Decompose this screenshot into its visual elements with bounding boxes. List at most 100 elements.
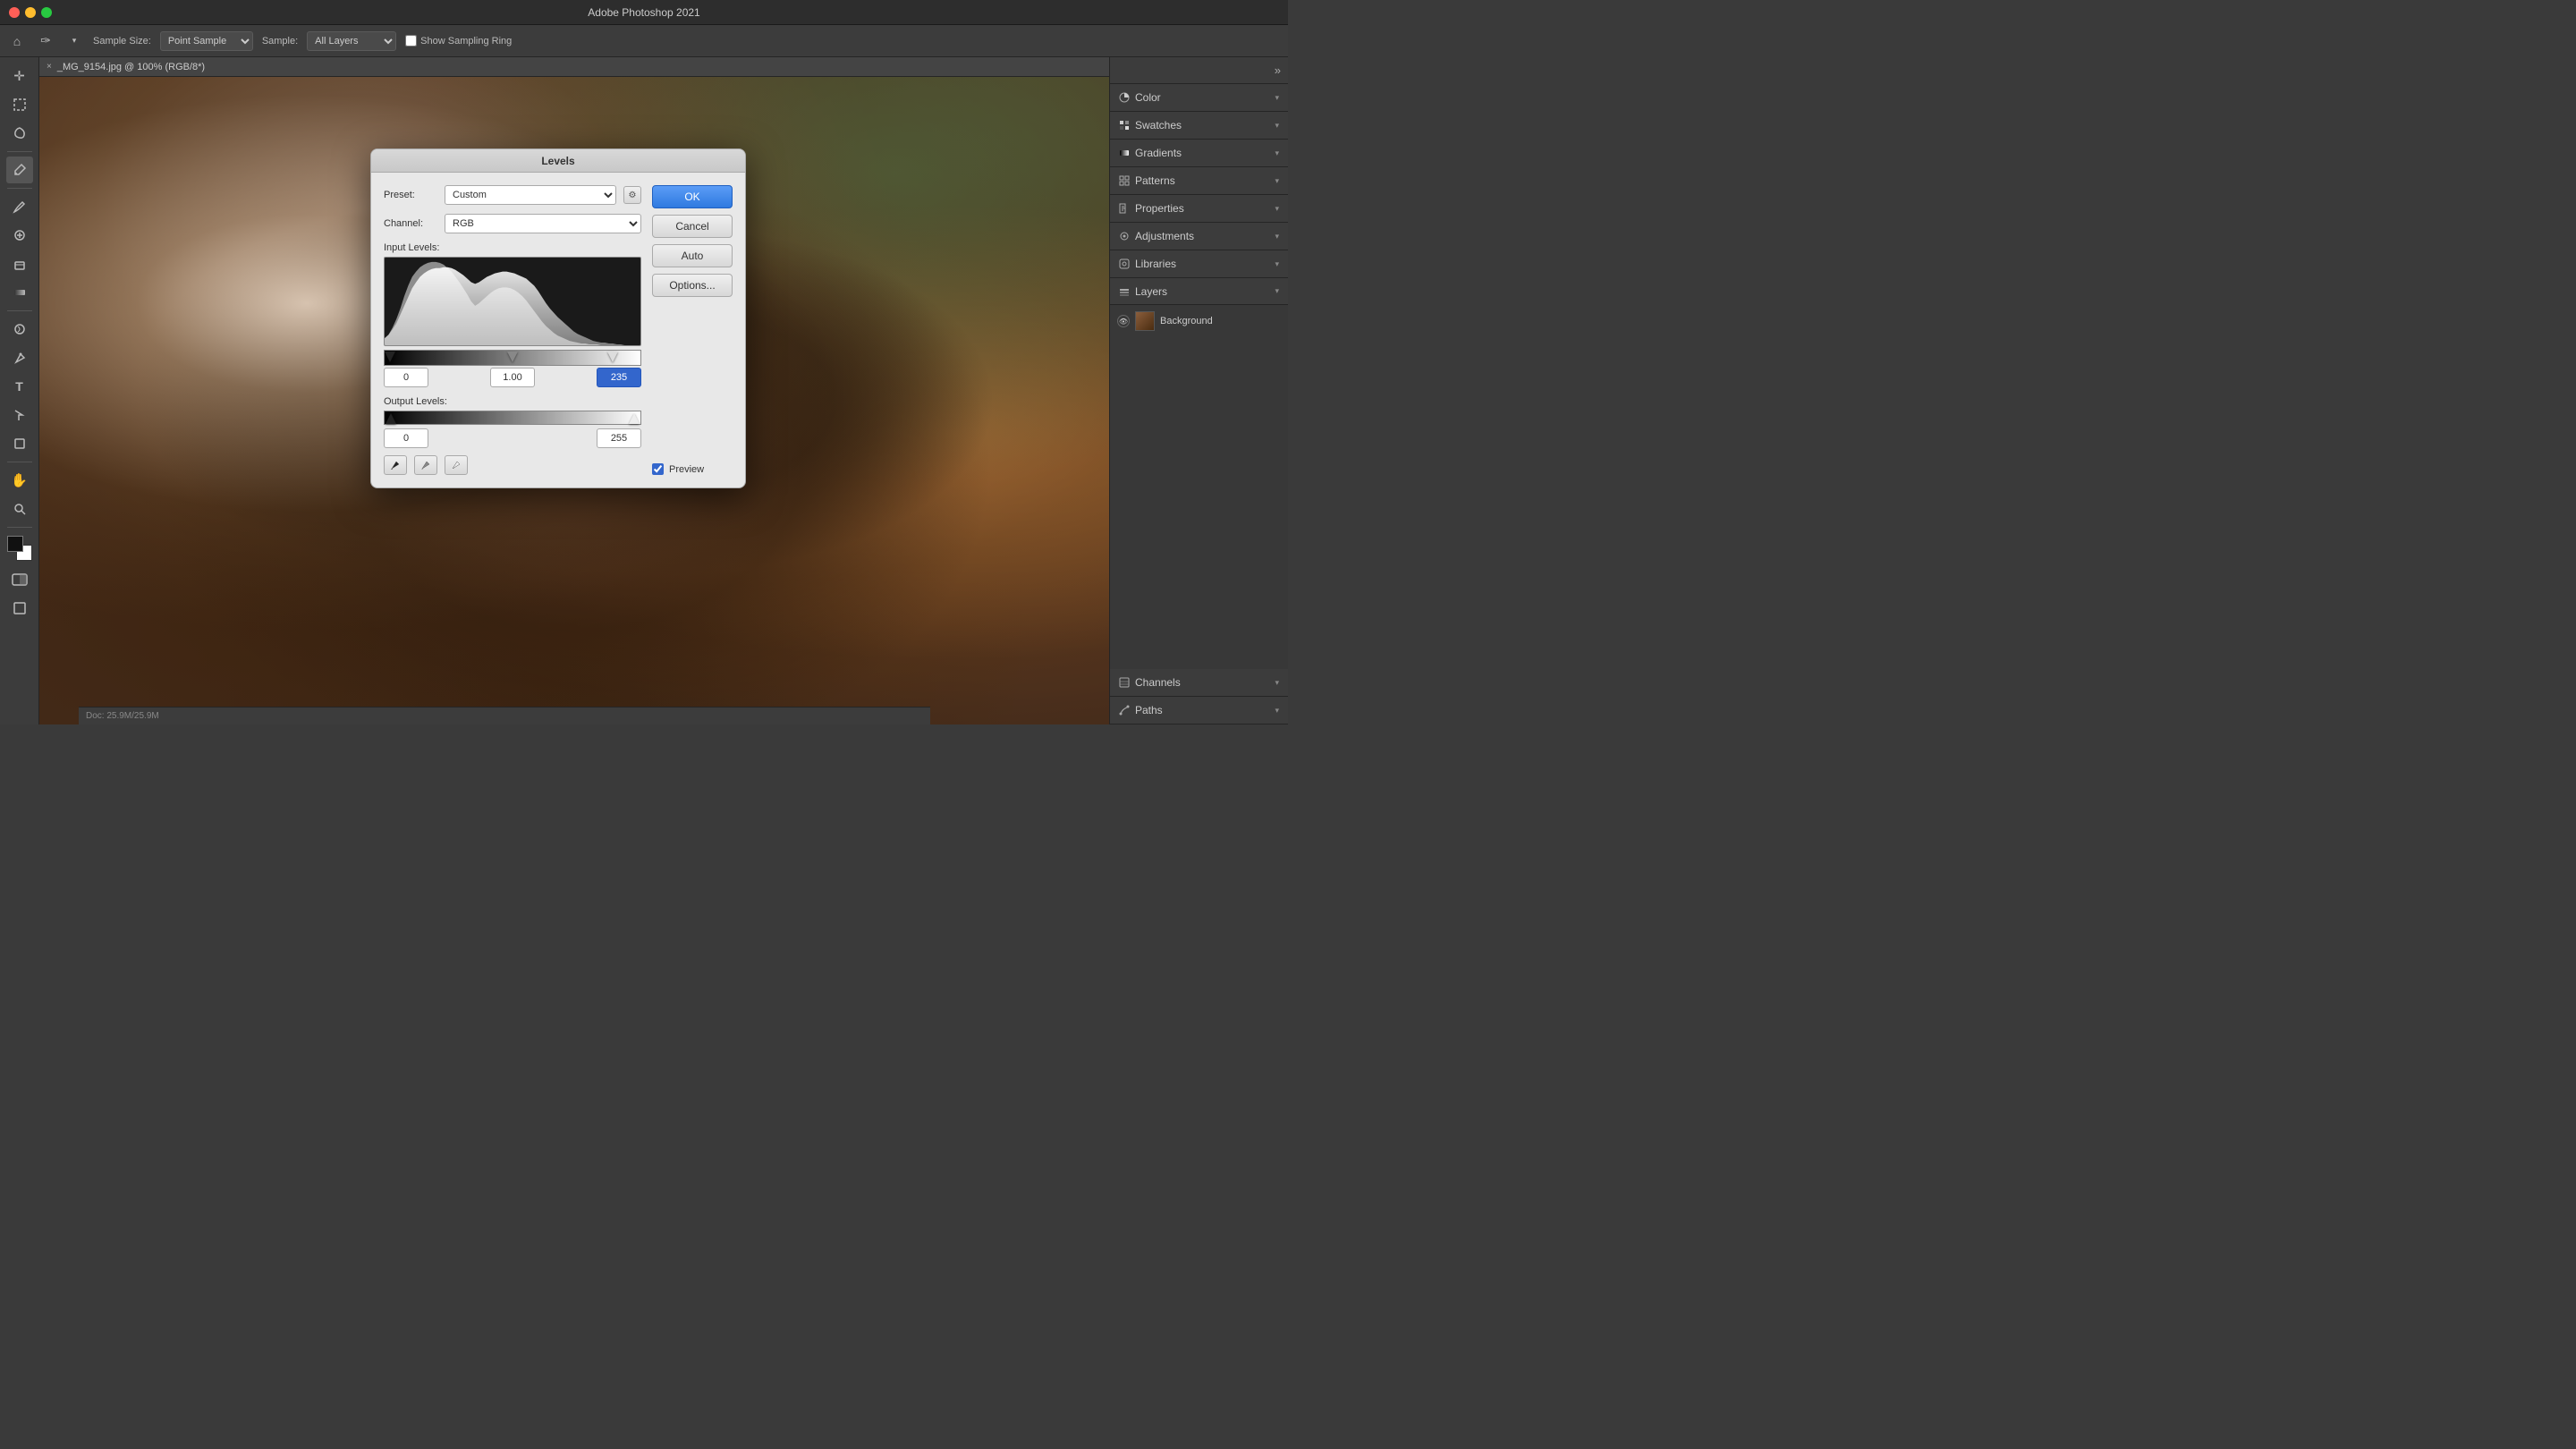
color-panel-icon — [1119, 92, 1130, 103]
preview-row: Preview — [652, 463, 733, 475]
input-slider[interactable] — [384, 350, 641, 366]
status-bar: Doc: 25.9M/25.9M — [79, 707, 930, 724]
title-bar: Adobe Photoshop 2021 — [0, 0, 1288, 25]
tool-dropdown-icon[interactable]: ▾ — [64, 31, 84, 51]
options-button[interactable]: Options... — [652, 274, 733, 297]
output-slider[interactable] — [384, 411, 641, 425]
hand-tool[interactable]: ✋ — [6, 467, 33, 494]
toolbar: ⌂ ✑ ▾ Sample Size: Point Sample 3 by 3 A… — [0, 25, 1288, 57]
home-icon[interactable]: ⌂ — [7, 31, 27, 51]
text-tool[interactable]: T — [6, 373, 33, 400]
input-black-handle[interactable] — [385, 352, 395, 364]
auto-button[interactable]: Auto — [652, 244, 733, 267]
select-rect-tool[interactable] — [6, 91, 33, 118]
gradients-panel-icon — [1119, 148, 1130, 158]
eyedropper-gray-button[interactable] — [414, 455, 437, 475]
levels-buttons: OK Cancel Auto Options... Preview — [652, 185, 733, 475]
adjustments-panel-chevron: ▾ — [1275, 232, 1279, 242]
quick-mask-toggle[interactable] — [6, 566, 33, 593]
foreground-color-swatch[interactable] — [7, 536, 23, 552]
eraser-tool[interactable] — [6, 250, 33, 277]
libraries-panel-header[interactable]: Libraries ▾ — [1110, 250, 1288, 277]
document-tab: × _MG_9154.jpg @ 100% (RGB/8*) — [39, 57, 1109, 77]
color-panel-section: Color ▾ — [1110, 84, 1288, 112]
channels-panel-header[interactable]: Channels ▾ — [1110, 669, 1288, 696]
zoom-tool[interactable] — [6, 496, 33, 522]
preset-gear-button[interactable]: ⚙ — [623, 186, 641, 204]
output-black-value[interactable] — [384, 428, 428, 448]
cancel-button[interactable]: Cancel — [652, 215, 733, 238]
maximize-button[interactable] — [41, 7, 52, 18]
adjustments-panel-icon — [1119, 231, 1130, 242]
sample-select[interactable]: All Layers Current Layer — [307, 31, 396, 51]
patterns-panel-header[interactable]: Patterns ▾ — [1110, 167, 1288, 194]
swatches-panel-header[interactable]: Swatches ▾ — [1110, 112, 1288, 139]
move-tool[interactable]: ✛ — [6, 63, 33, 89]
channels-panel-label: Channels — [1135, 676, 1181, 689]
minimize-button[interactable] — [25, 7, 36, 18]
panel-collapse-icon[interactable]: » — [1275, 64, 1281, 77]
eyedropper-white-button[interactable] — [445, 455, 468, 475]
lasso-tool[interactable] — [6, 120, 33, 147]
preview-label[interactable]: Preview — [669, 464, 704, 475]
eyedropper-tool[interactable] — [6, 157, 33, 183]
paths-panel-chevron: ▾ — [1275, 706, 1279, 716]
show-sampling-ring-checkbox[interactable] — [405, 35, 417, 47]
output-white-handle[interactable] — [629, 413, 640, 426]
properties-panel-icon — [1119, 203, 1130, 214]
screen-mode-toggle[interactable] — [6, 595, 33, 622]
paths-panel-icon — [1119, 705, 1130, 716]
layers-content: 👁 Background — [1110, 305, 1288, 669]
properties-panel-label: Properties — [1135, 202, 1184, 215]
left-panel: ✛ T — [0, 57, 39, 724]
dodge-tool[interactable] — [6, 316, 33, 343]
list-item[interactable]: 👁 Background — [1110, 309, 1288, 334]
clone-tool[interactable] — [6, 222, 33, 249]
tool-separator-1 — [7, 151, 32, 152]
input-white-value[interactable] — [597, 368, 641, 387]
ok-button[interactable]: OK — [652, 185, 733, 208]
eyedropper-tool-icon[interactable]: ✑ — [36, 31, 55, 51]
gradients-panel-chevron: ▾ — [1275, 148, 1279, 158]
swatches-panel-label: Swatches — [1135, 119, 1182, 131]
canvas-bg[interactable]: Levels Preset: Custom Default Darker Inc… — [39, 77, 1109, 724]
levels-dialog: Levels Preset: Custom Default Darker Inc… — [370, 148, 746, 488]
layers-panel-header[interactable]: Layers ▾ — [1110, 278, 1288, 305]
input-white-handle[interactable] — [607, 352, 618, 364]
pen-tool[interactable] — [6, 344, 33, 371]
close-button[interactable] — [9, 7, 20, 18]
patterns-panel-icon — [1119, 175, 1130, 186]
input-mid-handle[interactable] — [507, 352, 518, 364]
input-mid-value[interactable] — [490, 368, 535, 387]
layer-visibility-toggle[interactable]: 👁 — [1117, 315, 1130, 327]
adjustments-panel-label: Adjustments — [1135, 230, 1194, 242]
doc-close-icon[interactable]: × — [47, 62, 52, 72]
brush-tool[interactable] — [6, 193, 33, 220]
levels-dialog-body: Preset: Custom Default Darker Increase C… — [371, 173, 745, 487]
sample-size-select[interactable]: Point Sample 3 by 3 Average 5 by 5 Avera… — [160, 31, 253, 51]
swatches-panel-chevron: ▾ — [1275, 121, 1279, 131]
show-sampling-ring-label[interactable]: Show Sampling Ring — [405, 35, 512, 47]
output-white-value[interactable] — [597, 428, 641, 448]
output-values — [384, 428, 641, 448]
properties-panel-header[interactable]: Properties ▾ — [1110, 195, 1288, 222]
gradients-panel-header[interactable]: Gradients ▾ — [1110, 140, 1288, 166]
input-black-value[interactable] — [384, 368, 428, 387]
gradient-tool[interactable] — [6, 279, 33, 306]
adjustments-panel-header[interactable]: Adjustments ▾ — [1110, 223, 1288, 250]
document-tab-label[interactable]: _MG_9154.jpg @ 100% (RGB/8*) — [57, 62, 205, 72]
output-black-handle[interactable] — [386, 413, 396, 426]
preset-select[interactable]: Custom Default Darker Increase Contrast … — [445, 185, 616, 205]
preview-checkbox[interactable] — [652, 463, 664, 475]
layer-name: Background — [1160, 316, 1213, 326]
path-select-tool[interactable] — [6, 402, 33, 428]
color-panel-header[interactable]: Color ▾ — [1110, 84, 1288, 111]
channels-panel-icon — [1119, 677, 1130, 688]
channel-select[interactable]: RGB Red Green Blue — [445, 214, 641, 233]
layers-panel-label: Layers — [1135, 285, 1167, 298]
shape-tool[interactable] — [6, 430, 33, 457]
eyedropper-black-button[interactable] — [384, 455, 407, 475]
histogram-svg — [385, 258, 640, 345]
color-swatches[interactable] — [7, 536, 32, 561]
paths-panel-header[interactable]: Paths ▾ — [1110, 697, 1288, 724]
